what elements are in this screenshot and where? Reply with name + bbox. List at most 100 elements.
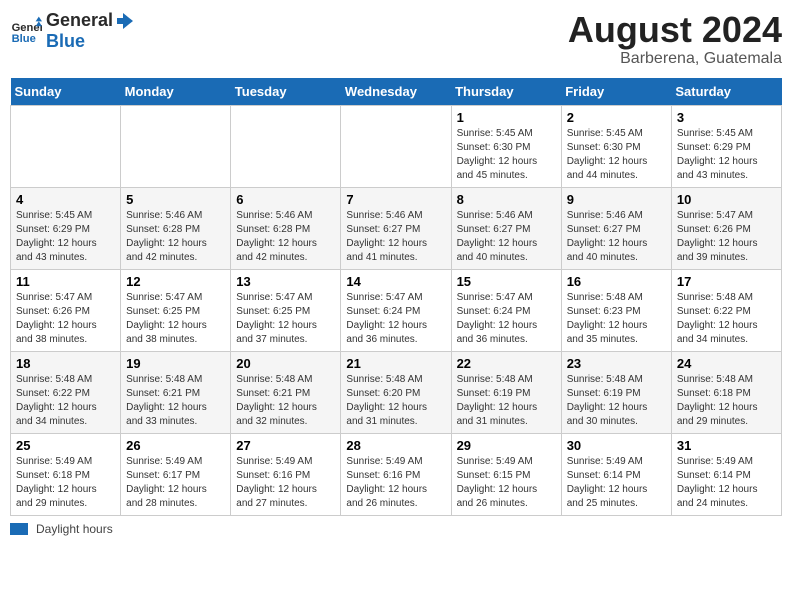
day-number: 28: [346, 438, 445, 453]
calendar-cell: 14Sunrise: 5:47 AM Sunset: 6:24 PM Dayli…: [341, 269, 451, 351]
day-info: Sunrise: 5:47 AM Sunset: 6:25 PM Dayligh…: [236, 291, 335, 347]
day-number: 9: [567, 192, 666, 207]
calendar-cell: 13 Sunrise: 5:47 AM Sunset: 6:25 PM Dayli…: [231, 269, 341, 351]
col-header-tuesday: Tuesday: [231, 78, 341, 106]
day-info: Sunrise: 5:49 AM Sunset: 6:17 PM Dayligh…: [126, 455, 225, 511]
day-number: 6: [236, 192, 335, 207]
day-number: 10: [677, 192, 776, 207]
day-number: 1: [457, 110, 556, 125]
calendar-cell: 30 Sunrise: 5:49 AM Sunset: 6:14 PM Dayli…: [561, 433, 671, 515]
calendar-cell: 21 Sunrise: 5:48 AM Sunset: 6:20 PM Dayli…: [341, 351, 451, 433]
calendar-cell: 29Sunrise: 5:49 AM Sunset: 6:15 PM Dayli…: [451, 433, 561, 515]
calendar-title: August 2024: [568, 10, 782, 50]
day-info: Sunrise: 5:49 AM Sunset: 6:16 PM Dayligh…: [346, 455, 445, 511]
calendar-cell: 12 Sunrise: 5:47 AM Sunset: 6:25 PM Dayli…: [121, 269, 231, 351]
day-number: 4: [16, 192, 115, 207]
calendar-cell: [121, 105, 231, 187]
day-number: 2: [567, 110, 666, 125]
logo-arrow-icon: [115, 11, 135, 31]
logo-general: General: [46, 10, 113, 31]
daylight-label: Daylight hours: [36, 522, 113, 536]
day-number: 16: [567, 274, 666, 289]
day-info: Sunrise: 5:46 AM Sunset: 6:28 PM Dayligh…: [126, 209, 225, 265]
day-number: 8: [457, 192, 556, 207]
day-info: Sunrise: 5:47 AM Sunset: 6:25 PM Dayligh…: [126, 291, 225, 347]
footer: Daylight hours: [10, 522, 782, 536]
day-number: 31: [677, 438, 776, 453]
day-number: 12: [126, 274, 225, 289]
day-info: Sunrise: 5:45 AM Sunset: 6:30 PM Dayligh…: [567, 127, 666, 183]
calendar-cell: 6 Sunrise: 5:46 AM Sunset: 6:28 PM Daylig…: [231, 187, 341, 269]
calendar-cell: 17 Sunrise: 5:48 AM Sunset: 6:22 PM Dayli…: [671, 269, 781, 351]
day-info: Sunrise: 5:49 AM Sunset: 6:16 PM Dayligh…: [236, 455, 335, 511]
calendar-cell: 10Sunrise: 5:47 AM Sunset: 6:26 PM Dayli…: [671, 187, 781, 269]
day-number: 26: [126, 438, 225, 453]
day-number: 27: [236, 438, 335, 453]
col-header-friday: Friday: [561, 78, 671, 106]
calendar-cell: 23 Sunrise: 5:48 AM Sunset: 6:19 PM Dayli…: [561, 351, 671, 433]
day-info: Sunrise: 5:48 AM Sunset: 6:19 PM Dayligh…: [567, 373, 666, 429]
day-info: Sunrise: 5:48 AM Sunset: 6:22 PM Dayligh…: [16, 373, 115, 429]
week-row-1: 1 Sunrise: 5:45 AM Sunset: 6:30 PM Daylig…: [11, 105, 782, 187]
week-row-3: 11Sunrise: 5:47 AM Sunset: 6:26 PM Dayli…: [11, 269, 782, 351]
calendar-cell: [11, 105, 121, 187]
day-info: Sunrise: 5:46 AM Sunset: 6:27 PM Dayligh…: [567, 209, 666, 265]
logo-blue: Blue: [46, 31, 135, 52]
calendar-cell: 3 Sunrise: 5:45 AM Sunset: 6:29 PM Daylig…: [671, 105, 781, 187]
day-info: Sunrise: 5:48 AM Sunset: 6:18 PM Dayligh…: [677, 373, 776, 429]
daylight-bar-icon: [10, 523, 28, 535]
day-info: Sunrise: 5:48 AM Sunset: 6:19 PM Dayligh…: [457, 373, 556, 429]
calendar-table: SundayMondayTuesdayWednesdayThursdayFrid…: [10, 78, 782, 516]
calendar-cell: 28 Sunrise: 5:49 AM Sunset: 6:16 PM Dayli…: [341, 433, 451, 515]
calendar-cell: 2 Sunrise: 5:45 AM Sunset: 6:30 PM Daylig…: [561, 105, 671, 187]
day-info: Sunrise: 5:49 AM Sunset: 6:18 PM Dayligh…: [16, 455, 115, 511]
week-row-5: 25Sunrise: 5:49 AM Sunset: 6:18 PM Dayli…: [11, 433, 782, 515]
page-header: General Blue General Blue August 2024 Ba…: [10, 10, 782, 68]
day-number: 13: [236, 274, 335, 289]
day-info: Sunrise: 5:49 AM Sunset: 6:14 PM Dayligh…: [677, 455, 776, 511]
day-number: 7: [346, 192, 445, 207]
day-info: Sunrise: 5:48 AM Sunset: 6:21 PM Dayligh…: [126, 373, 225, 429]
day-number: 21: [346, 356, 445, 371]
calendar-cell: 4Sunrise: 5:45 AM Sunset: 6:29 PM Daylig…: [11, 187, 121, 269]
calendar-cell: 24 Sunrise: 5:48 AM Sunset: 6:18 PM Dayli…: [671, 351, 781, 433]
day-info: Sunrise: 5:45 AM Sunset: 6:29 PM Dayligh…: [677, 127, 776, 183]
col-header-sunday: Sunday: [11, 78, 121, 106]
calendar-subtitle: Barberena, Guatemala: [568, 50, 782, 68]
calendar-cell: [231, 105, 341, 187]
day-number: 22: [457, 356, 556, 371]
col-header-monday: Monday: [121, 78, 231, 106]
header-row: SundayMondayTuesdayWednesdayThursdayFrid…: [11, 78, 782, 106]
calendar-cell: 5 Sunrise: 5:46 AM Sunset: 6:28 PM Daylig…: [121, 187, 231, 269]
day-number: 5: [126, 192, 225, 207]
day-info: Sunrise: 5:48 AM Sunset: 6:21 PM Dayligh…: [236, 373, 335, 429]
day-info: Sunrise: 5:48 AM Sunset: 6:20 PM Dayligh…: [346, 373, 445, 429]
day-number: 14: [346, 274, 445, 289]
day-number: 17: [677, 274, 776, 289]
day-number: 3: [677, 110, 776, 125]
logo: General Blue General Blue: [10, 10, 135, 52]
calendar-cell: 26 Sunrise: 5:49 AM Sunset: 6:17 PM Dayli…: [121, 433, 231, 515]
day-number: 30: [567, 438, 666, 453]
calendar-cell: 27 Sunrise: 5:49 AM Sunset: 6:16 PM Dayli…: [231, 433, 341, 515]
calendar-cell: [341, 105, 451, 187]
calendar-cell: 9 Sunrise: 5:46 AM Sunset: 6:27 PM Daylig…: [561, 187, 671, 269]
week-row-2: 4Sunrise: 5:45 AM Sunset: 6:29 PM Daylig…: [11, 187, 782, 269]
calendar-cell: 20Sunrise: 5:48 AM Sunset: 6:21 PM Dayli…: [231, 351, 341, 433]
day-info: Sunrise: 5:48 AM Sunset: 6:23 PM Dayligh…: [567, 291, 666, 347]
day-number: 11: [16, 274, 115, 289]
calendar-cell: 19Sunrise: 5:48 AM Sunset: 6:21 PM Dayli…: [121, 351, 231, 433]
day-info: Sunrise: 5:46 AM Sunset: 6:28 PM Dayligh…: [236, 209, 335, 265]
calendar-cell: 16 Sunrise: 5:48 AM Sunset: 6:23 PM Dayli…: [561, 269, 671, 351]
title-block: August 2024 Barberena, Guatemala: [568, 10, 782, 68]
day-info: Sunrise: 5:48 AM Sunset: 6:22 PM Dayligh…: [677, 291, 776, 347]
day-number: 24: [677, 356, 776, 371]
calendar-cell: 11Sunrise: 5:47 AM Sunset: 6:26 PM Dayli…: [11, 269, 121, 351]
day-info: Sunrise: 5:49 AM Sunset: 6:14 PM Dayligh…: [567, 455, 666, 511]
day-number: 18: [16, 356, 115, 371]
calendar-cell: 22 Sunrise: 5:48 AM Sunset: 6:19 PM Dayli…: [451, 351, 561, 433]
day-number: 23: [567, 356, 666, 371]
calendar-cell: 8Sunrise: 5:46 AM Sunset: 6:27 PM Daylig…: [451, 187, 561, 269]
day-info: Sunrise: 5:46 AM Sunset: 6:27 PM Dayligh…: [346, 209, 445, 265]
day-number: 15: [457, 274, 556, 289]
